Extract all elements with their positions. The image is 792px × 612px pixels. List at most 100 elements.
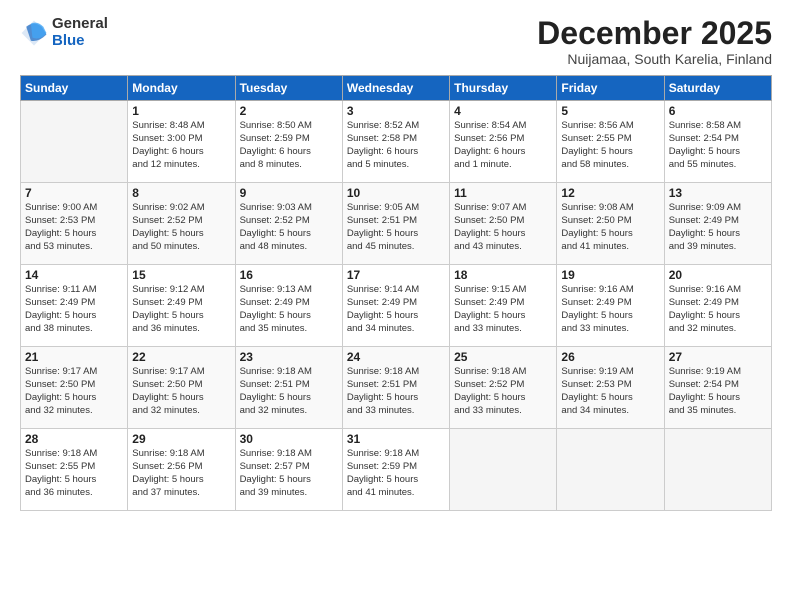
month-title: December 2025 — [537, 16, 772, 51]
calendar-week-row: 7Sunrise: 9:00 AM Sunset: 2:53 PM Daylig… — [21, 183, 772, 265]
day-info: Sunrise: 9:02 AM Sunset: 2:52 PM Dayligh… — [132, 202, 230, 253]
day-number: 18 — [454, 268, 552, 282]
table-row: 16Sunrise: 9:13 AM Sunset: 2:49 PM Dayli… — [235, 265, 342, 347]
day-info: Sunrise: 8:52 AM Sunset: 2:58 PM Dayligh… — [347, 120, 445, 171]
day-info: Sunrise: 8:54 AM Sunset: 2:56 PM Dayligh… — [454, 120, 552, 171]
table-row: 24 Sunrise: 9:18 AM Sunset: 2:51 PM Dayli… — [342, 347, 449, 429]
table-row: 26 Sunrise: 9:19 AM Sunset: 2:53 PM Dayli… — [557, 347, 664, 429]
table-row — [450, 429, 557, 511]
day-info: Sunrise: 9:07 AM Sunset: 2:50 PM Dayligh… — [454, 202, 552, 253]
table-row: 14 Sunrise: 9:11 AM Sunset: 2:49 PM Dayli… — [21, 265, 128, 347]
calendar-week-row: 14 Sunrise: 9:11 AM Sunset: 2:49 PM Dayli… — [21, 265, 772, 347]
calendar-week-row: 21 Sunrise: 9:17 AM Sunset: 2:50 PM Dayli… — [21, 347, 772, 429]
day-number: 14 — [25, 268, 123, 282]
table-row: 9 Sunrise: 9:03 AM Sunset: 2:52 PM Daylig… — [235, 183, 342, 265]
day-number: 21 — [25, 350, 123, 364]
col-monday: Monday — [128, 76, 235, 101]
table-row: 30 Sunrise: 9:18 AM Sunset: 2:57 PM Dayli… — [235, 429, 342, 511]
day-number: 1 — [132, 104, 230, 118]
table-row: 1 Sunrise: 8:48 AM Sunset: 3:00 PM Daylig… — [128, 101, 235, 183]
logo: General Blue — [20, 16, 108, 49]
table-row: 27 Sunrise: 9:19 AM Sunset: 2:54 PM Dayli… — [664, 347, 771, 429]
logo-text: General Blue — [52, 16, 108, 49]
table-row: 25Sunrise: 9:18 AM Sunset: 2:52 PM Dayli… — [450, 347, 557, 429]
col-thursday: Thursday — [450, 76, 557, 101]
page: General Blue December 2025 Nuijamaa, Sou… — [0, 0, 792, 612]
day-number: 27 — [669, 350, 767, 364]
day-number: 2 — [240, 104, 338, 118]
day-info: Sunrise: 9:18 AM Sunset: 2:51 PM Dayligh… — [347, 366, 445, 417]
table-row: 29Sunrise: 9:18 AM Sunset: 2:56 PM Dayli… — [128, 429, 235, 511]
day-number: 30 — [240, 432, 338, 446]
table-row: 3Sunrise: 8:52 AM Sunset: 2:58 PM Daylig… — [342, 101, 449, 183]
table-row: 5 Sunrise: 8:56 AM Sunset: 2:55 PM Daylig… — [557, 101, 664, 183]
header: General Blue December 2025 Nuijamaa, Sou… — [20, 16, 772, 67]
table-row — [21, 101, 128, 183]
table-row: 23 Sunrise: 9:18 AM Sunset: 2:51 PM Dayli… — [235, 347, 342, 429]
day-number: 28 — [25, 432, 123, 446]
table-row: 21 Sunrise: 9:17 AM Sunset: 2:50 PM Dayli… — [21, 347, 128, 429]
day-info: Sunrise: 9:03 AM Sunset: 2:52 PM Dayligh… — [240, 202, 338, 253]
table-row: 18 Sunrise: 9:15 AM Sunset: 2:49 PM Dayli… — [450, 265, 557, 347]
col-sunday: Sunday — [21, 76, 128, 101]
title-block: December 2025 Nuijamaa, South Karelia, F… — [537, 16, 772, 67]
table-row: 12Sunrise: 9:08 AM Sunset: 2:50 PM Dayli… — [557, 183, 664, 265]
day-info: Sunrise: 9:05 AM Sunset: 2:51 PM Dayligh… — [347, 202, 445, 253]
day-number: 9 — [240, 186, 338, 200]
col-friday: Friday — [557, 76, 664, 101]
day-info: Sunrise: 9:15 AM Sunset: 2:49 PM Dayligh… — [454, 284, 552, 335]
table-row: 10Sunrise: 9:05 AM Sunset: 2:51 PM Dayli… — [342, 183, 449, 265]
day-number: 20 — [669, 268, 767, 282]
day-info: Sunrise: 9:16 AM Sunset: 2:49 PM Dayligh… — [669, 284, 767, 335]
day-number: 29 — [132, 432, 230, 446]
day-info: Sunrise: 9:12 AM Sunset: 2:49 PM Dayligh… — [132, 284, 230, 335]
day-number: 6 — [669, 104, 767, 118]
day-info: Sunrise: 8:48 AM Sunset: 3:00 PM Dayligh… — [132, 120, 230, 171]
col-wednesday: Wednesday — [342, 76, 449, 101]
day-number: 13 — [669, 186, 767, 200]
day-info: Sunrise: 9:18 AM Sunset: 2:57 PM Dayligh… — [240, 448, 338, 499]
table-row: 4 Sunrise: 8:54 AM Sunset: 2:56 PM Daylig… — [450, 101, 557, 183]
day-info: Sunrise: 9:18 AM Sunset: 2:51 PM Dayligh… — [240, 366, 338, 417]
day-number: 4 — [454, 104, 552, 118]
table-row: 11 Sunrise: 9:07 AM Sunset: 2:50 PM Dayli… — [450, 183, 557, 265]
day-info: Sunrise: 9:18 AM Sunset: 2:55 PM Dayligh… — [25, 448, 123, 499]
table-row: 8 Sunrise: 9:02 AM Sunset: 2:52 PM Daylig… — [128, 183, 235, 265]
day-number: 25 — [454, 350, 552, 364]
day-info: Sunrise: 8:50 AM Sunset: 2:59 PM Dayligh… — [240, 120, 338, 171]
table-row: 2 Sunrise: 8:50 AM Sunset: 2:59 PM Daylig… — [235, 101, 342, 183]
table-row: 6 Sunrise: 8:58 AM Sunset: 2:54 PM Daylig… — [664, 101, 771, 183]
day-number: 7 — [25, 186, 123, 200]
day-number: 5 — [561, 104, 659, 118]
table-row: 31 Sunrise: 9:18 AM Sunset: 2:59 PM Dayli… — [342, 429, 449, 511]
day-number: 22 — [132, 350, 230, 364]
day-number: 31 — [347, 432, 445, 446]
table-row: 20 Sunrise: 9:16 AM Sunset: 2:49 PM Dayli… — [664, 265, 771, 347]
day-info: Sunrise: 8:56 AM Sunset: 2:55 PM Dayligh… — [561, 120, 659, 171]
table-row: 22Sunrise: 9:17 AM Sunset: 2:50 PM Dayli… — [128, 347, 235, 429]
day-info: Sunrise: 9:13 AM Sunset: 2:49 PM Dayligh… — [240, 284, 338, 335]
day-info: Sunrise: 9:14 AM Sunset: 2:49 PM Dayligh… — [347, 284, 445, 335]
calendar-table: Sunday Monday Tuesday Wednesday Thursday… — [20, 75, 772, 511]
day-number: 23 — [240, 350, 338, 364]
day-number: 15 — [132, 268, 230, 282]
table-row: 7Sunrise: 9:00 AM Sunset: 2:53 PM Daylig… — [21, 183, 128, 265]
table-row: 17Sunrise: 9:14 AM Sunset: 2:49 PM Dayli… — [342, 265, 449, 347]
day-number: 24 — [347, 350, 445, 364]
day-info: Sunrise: 9:11 AM Sunset: 2:49 PM Dayligh… — [25, 284, 123, 335]
day-info: Sunrise: 9:18 AM Sunset: 2:59 PM Dayligh… — [347, 448, 445, 499]
day-number: 11 — [454, 186, 552, 200]
table-row: 19Sunrise: 9:16 AM Sunset: 2:49 PM Dayli… — [557, 265, 664, 347]
day-info: Sunrise: 8:58 AM Sunset: 2:54 PM Dayligh… — [669, 120, 767, 171]
day-info: Sunrise: 9:19 AM Sunset: 2:53 PM Dayligh… — [561, 366, 659, 417]
day-info: Sunrise: 9:09 AM Sunset: 2:49 PM Dayligh… — [669, 202, 767, 253]
table-row: 13 Sunrise: 9:09 AM Sunset: 2:49 PM Dayli… — [664, 183, 771, 265]
logo-general-text: General — [52, 16, 108, 33]
day-number: 8 — [132, 186, 230, 200]
day-info: Sunrise: 9:17 AM Sunset: 2:50 PM Dayligh… — [25, 366, 123, 417]
location: Nuijamaa, South Karelia, Finland — [537, 51, 772, 67]
table-row: 28 Sunrise: 9:18 AM Sunset: 2:55 PM Dayli… — [21, 429, 128, 511]
day-info: Sunrise: 9:19 AM Sunset: 2:54 PM Dayligh… — [669, 366, 767, 417]
day-number: 26 — [561, 350, 659, 364]
day-number: 12 — [561, 186, 659, 200]
